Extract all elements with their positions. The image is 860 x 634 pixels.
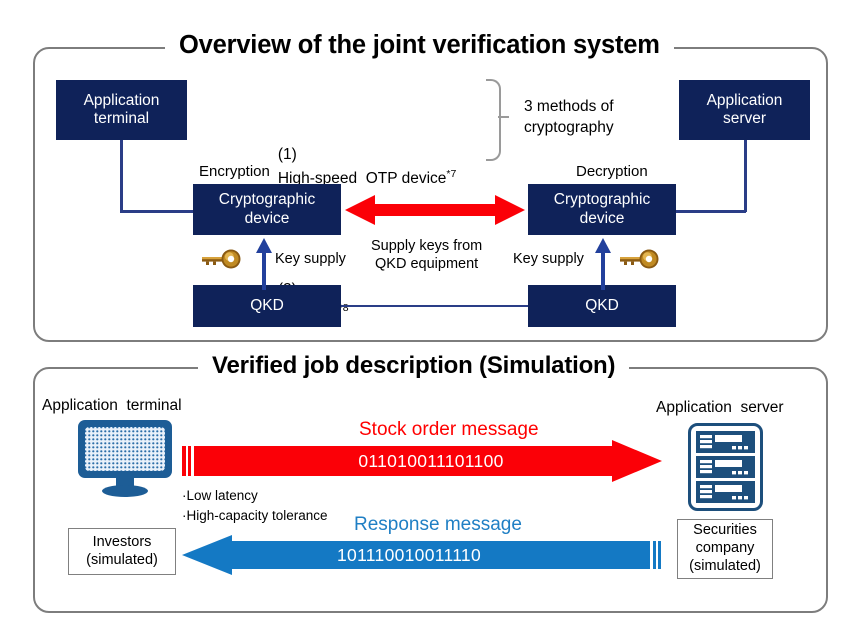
- panel-overview-title: Overview of the joint verification syste…: [165, 31, 674, 60]
- box-qkd-right-label: QKD: [585, 296, 619, 314]
- arrow-left-blue-icon: [182, 535, 661, 575]
- connector-terminal-vertical: [120, 140, 123, 212]
- box-application-server-label: Application server: [706, 91, 783, 127]
- label-application-terminal: Application terminal: [42, 397, 182, 414]
- connector-server-horizontal: [674, 210, 746, 213]
- box-securities-company-label: Securities company (simulated): [689, 522, 761, 574]
- response-message-arrow: 101110010011110: [182, 535, 662, 575]
- label-key-supply-right: Key supply: [513, 251, 584, 267]
- performance-bullets: ·Low latency ·High-capacity tolerance: [182, 488, 328, 523]
- arrow-right-red-icon: [182, 440, 662, 482]
- server-rack-icon: [688, 423, 763, 511]
- box-securities-company[interactable]: Securities company (simulated): [677, 519, 773, 579]
- label-supply-keys-note: Supply keys from QKD equipment: [371, 238, 483, 273]
- key-supply-arrow-left: [256, 238, 272, 290]
- box-cryptographic-device-decryption-label: Cryptographic device: [553, 191, 651, 227]
- key-supply-arrow-right: [595, 238, 611, 290]
- label-key-supply-left: Key supply: [275, 251, 346, 267]
- label-decryption: Decryption: [576, 163, 648, 180]
- box-application-terminal-label: Application terminal: [83, 91, 160, 127]
- desktop-monitor-icon: [78, 420, 172, 497]
- box-investors[interactable]: Investors (simulated): [68, 528, 176, 575]
- key-icon: [620, 249, 659, 269]
- box-application-server[interactable]: Application server: [679, 80, 810, 140]
- label-response-message: Response message: [354, 514, 522, 535]
- connector-qkd-to-qkd: [339, 305, 530, 307]
- connector-server-vertical: [744, 140, 747, 212]
- panel-verified-job-title: Verified job description (Simulation): [198, 352, 630, 380]
- stock-order-arrow: 011010011101100: [182, 440, 662, 482]
- box-cryptographic-device-encryption-label: Cryptographic device: [218, 191, 316, 227]
- double-headed-arrow-icon: [345, 195, 525, 225]
- methods-grouping-bracket-nub: [498, 116, 509, 118]
- box-application-terminal[interactable]: Application terminal: [56, 80, 187, 140]
- box-qkd-left[interactable]: QKD: [193, 285, 341, 327]
- label-application-server: Application server: [656, 399, 784, 416]
- method-1-footnote: *7: [446, 167, 457, 180]
- box-qkd-left-label: QKD: [250, 296, 284, 314]
- diagram-canvas: Overview of the joint verification syste…: [0, 0, 860, 627]
- box-qkd-right[interactable]: QKD: [528, 285, 676, 327]
- label-stock-order-message: Stock order message: [359, 419, 539, 440]
- box-cryptographic-device-encryption[interactable]: Cryptographic device: [193, 184, 341, 235]
- box-cryptographic-device-decryption[interactable]: Cryptographic device: [528, 184, 676, 235]
- box-investors-label: Investors (simulated): [86, 533, 158, 568]
- connector-terminal-horizontal: [120, 210, 196, 213]
- three-methods-label: 3 methods of cryptography: [524, 98, 614, 136]
- label-encryption: Encryption: [199, 163, 270, 180]
- key-icon: [202, 249, 241, 269]
- method-1-number: (1): [277, 146, 297, 164]
- methods-grouping-bracket: [486, 79, 501, 161]
